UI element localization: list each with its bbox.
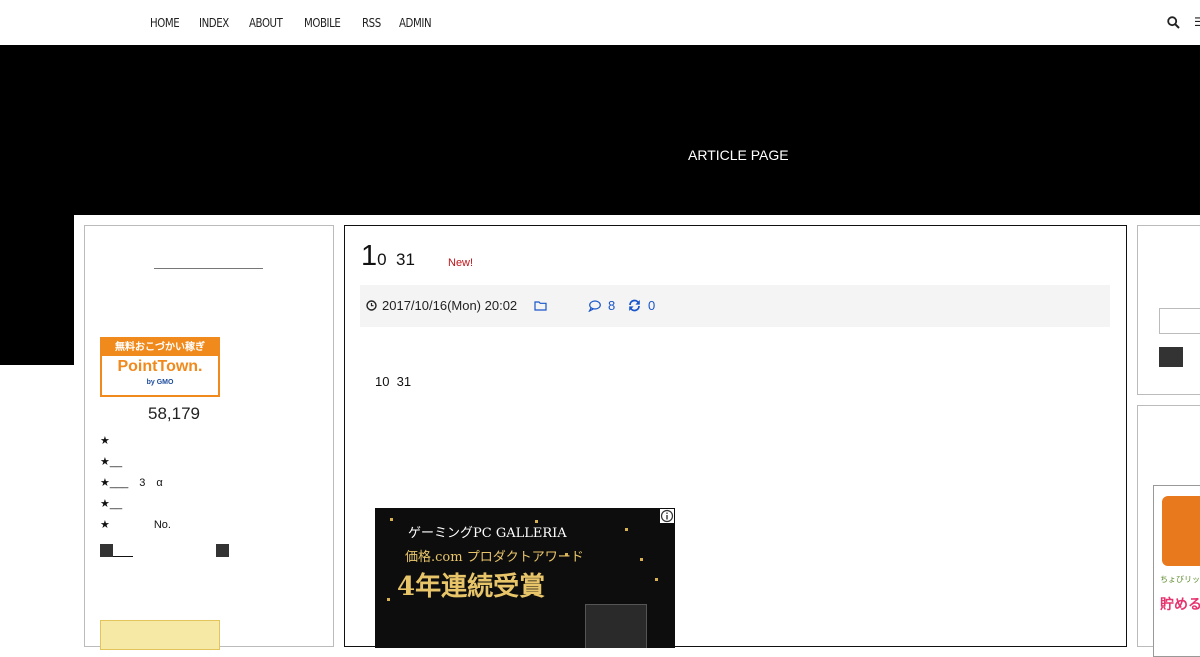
article-meta-bar: 2017/10/16(Mon) 20:02 8 0 [360, 285, 1110, 327]
top-navigation: HOME INDEX ABOUT MOBILE RSS ADMIN ☰ [0, 0, 1200, 45]
pc-tower-image [585, 604, 647, 648]
sidebar-ad-banner[interactable] [100, 620, 220, 650]
galleria-ad[interactable]: ゲーミングPC GALLERIA 価格.com プロダクトアワード 4年連続受賞 [375, 508, 675, 648]
info-icon[interactable] [660, 509, 674, 523]
pointtown-gmo: by GMO [146, 379, 174, 386]
right-sidebar-search [1137, 225, 1200, 395]
refresh-icon[interactable] [628, 299, 641, 312]
article-title[interactable]: 10 31 [361, 240, 415, 273]
pointtown-banner[interactable]: 無料おこづかい稼ぎ PointTown. by GMO [100, 337, 220, 397]
article-body: 10 31 [375, 374, 412, 389]
menu-toggle-icon[interactable]: ☰ [1194, 15, 1200, 29]
nav-rss-link[interactable]: RSS [362, 16, 381, 30]
right-sidebar-ads: ちょびリッチ 貯める [1137, 405, 1200, 657]
article-title-big: 1 [361, 240, 378, 272]
ad-headline: ゲーミングPC GALLERIA [408, 526, 567, 541]
pointtown-tagline: 無料おこづかい稼ぎ [102, 339, 218, 356]
list-item[interactable]: ★ [100, 431, 171, 452]
header-banner-extension [0, 215, 74, 365]
square-icon [100, 544, 113, 557]
sidebar-divider [154, 268, 263, 269]
ad-award: 4年連続受賞 [397, 572, 546, 602]
search-input[interactable] [1159, 308, 1200, 334]
article-date: 2017/10/16(Mon) 20:02 [382, 298, 518, 313]
nav-menu: HOME INDEX ABOUT MOBILE RSS ADMIN [150, 0, 452, 45]
square-icon[interactable] [216, 544, 229, 557]
nav-mobile-link[interactable]: MOBILE [304, 16, 341, 30]
star-list: ★ ★__ ★___ 3 α ★__ ★ No. [100, 431, 171, 536]
ad-subline: 価格.com プロダクトアワード [405, 550, 584, 565]
comment-icon[interactable] [588, 299, 601, 312]
nav-admin-link[interactable]: ADMIN [399, 16, 432, 30]
list-item[interactable]: ★ No. [100, 515, 171, 536]
left-sidebar: 無料おこづかい稼ぎ PointTown. by GMO 58,179 ★ ★__… [84, 225, 334, 650]
ad-slogan: 貯める [1160, 596, 1200, 612]
search-button[interactable] [1159, 347, 1183, 367]
pointtown-logo: PointTown. [117, 358, 203, 375]
ad-brand: ちょびリッチ [1160, 575, 1200, 584]
trackback-count[interactable]: 0 [648, 298, 655, 313]
new-badge: New! [448, 257, 474, 269]
article-panel: 10 31 New! 2017/10/16(Mon) 20:02 8 0 10 … [344, 225, 1127, 648]
square-link-row[interactable] [100, 544, 133, 557]
underline-placeholder [113, 544, 133, 557]
nav-index-link[interactable]: INDEX [199, 16, 229, 30]
chobirich-ad[interactable]: ちょびリッチ 貯める [1153, 485, 1200, 657]
list-item[interactable]: ★__ [100, 494, 171, 515]
header-banner [0, 45, 1200, 215]
comment-count[interactable]: 8 [608, 298, 615, 313]
folder-icon[interactable] [534, 300, 547, 311]
list-item[interactable]: ★__ [100, 452, 171, 473]
article-title-small: 0 31 [377, 250, 415, 269]
list-item[interactable]: ★___ 3 α [100, 473, 171, 494]
search-icon[interactable] [1167, 16, 1180, 29]
visitor-counter: 58,179 [148, 404, 200, 423]
pumpkin-image [1162, 496, 1200, 566]
clock-icon [366, 300, 377, 311]
nav-home-link[interactable]: HOME [150, 16, 180, 30]
page-title: ARTICLE PAGE [688, 147, 789, 163]
nav-about-link[interactable]: ABOUT [249, 16, 283, 30]
